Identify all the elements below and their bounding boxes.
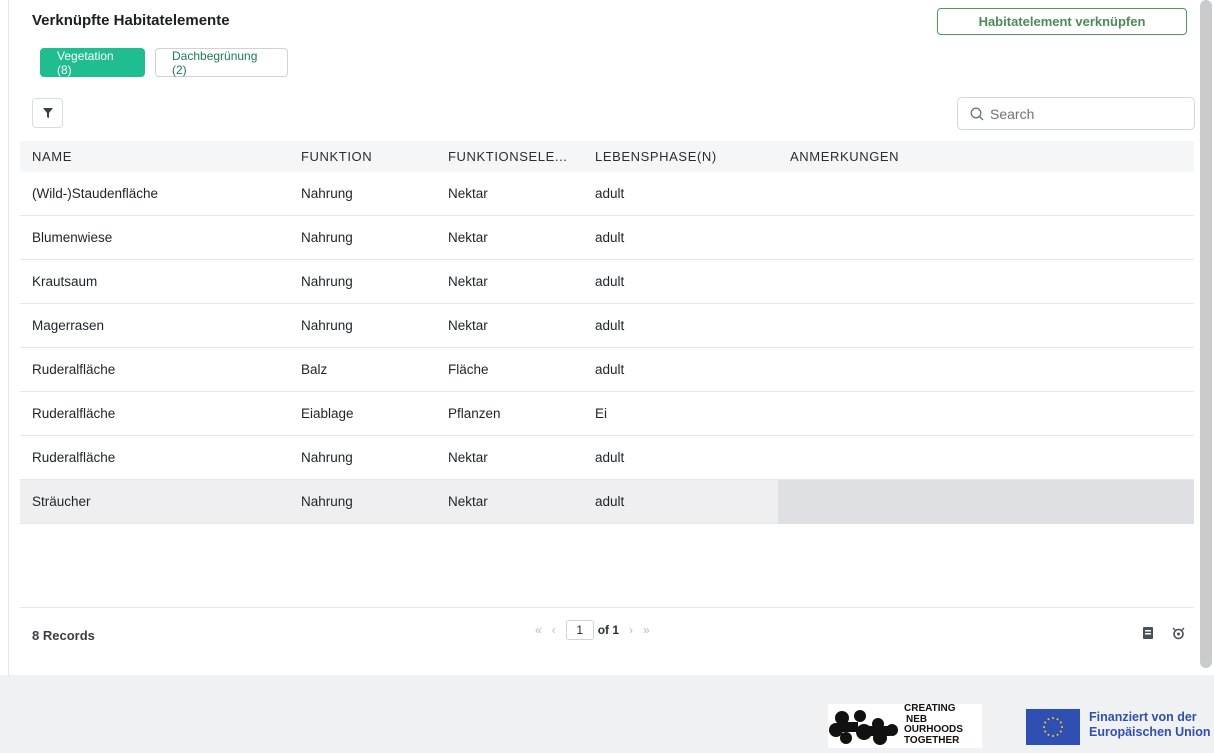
cell-funktionselement: Nektar (448, 230, 488, 245)
cell-name: (Wild-)Staudenfläche (32, 186, 159, 201)
eu-text-line-1: Finanziert von der (1089, 710, 1197, 724)
cell-funktion: Nahrung (301, 318, 353, 333)
cell-lebensphase: adult (595, 274, 625, 289)
table-row[interactable]: (Wild-)Staudenfläche Nahrung Nektar adul… (20, 172, 1194, 216)
cell-funktion: Nahrung (301, 230, 353, 245)
cell-funktion: Eiablage (301, 406, 354, 421)
table-row[interactable]: Ruderalfläche Balz Fläche adult (20, 348, 1194, 392)
column-header-anmerkungen[interactable]: ANMERKUNGEN (790, 149, 899, 164)
table-row[interactable]: Magerrasen Nahrung Nektar adult (20, 304, 1194, 348)
cell-lebensphase: adult (595, 450, 625, 465)
column-header-funktion[interactable]: FUNKTION (301, 149, 372, 164)
cell-funktion: Nahrung (301, 450, 353, 465)
cell-lebensphase: adult (595, 230, 625, 245)
cnot-line-1: CREATING (904, 703, 956, 714)
cnot-line-4: TOGETHER (904, 734, 960, 746)
column-header-lebensphase[interactable]: LEBENSPHASE(N) (595, 149, 717, 164)
cell-lebensphase: adult (595, 186, 625, 201)
tab-vegetation[interactable]: Vegetation (8) (40, 48, 145, 77)
column-header-funktionselement[interactable]: FUNKTIONSELE... (448, 149, 568, 164)
table-header: NAME FUNKTION FUNKTIONSELE... LEBENSPHAS… (20, 141, 1194, 172)
search-input[interactable]: Search (957, 97, 1195, 130)
cell-funktionselement: Pflanzen (448, 406, 501, 421)
view-settings-icon[interactable] (1171, 626, 1186, 640)
pagination: « ‹ 1 of 1 › » (535, 620, 650, 640)
eu-funding-text: Finanziert von der Europäischen Union (1089, 710, 1211, 740)
eu-text-line-2: Europäischen Union (1089, 725, 1211, 739)
cell-name: Ruderalfläche (32, 450, 116, 465)
cell-lebensphase: adult (595, 362, 625, 377)
table-row[interactable]: Blumenwiese Nahrung Nektar adult (20, 216, 1194, 260)
eu-flag-icon (1026, 709, 1080, 745)
tab-bar: Vegetation (8) Dachbegrünung (2) (40, 48, 288, 77)
page-total: of 1 (597, 623, 620, 637)
link-habitat-element-button[interactable]: Habitatelement verknüpfen (937, 8, 1187, 35)
cell-funktion: Nahrung (301, 186, 353, 201)
cell-name: Krautsaum (32, 274, 98, 289)
cell-name: Sträucher (32, 494, 91, 509)
table-row[interactable]: Ruderalfläche Eiablage Pflanzen Ei (20, 392, 1194, 436)
cell-name: Magerrasen (32, 318, 105, 333)
cnot-logo-text: CREATING NEB OURHOODS TOGETHER (904, 703, 963, 746)
first-page-button[interactable]: « (535, 623, 542, 637)
cell-funktionselement: Nektar (448, 318, 488, 333)
cell-funktionselement: Nektar (448, 186, 488, 201)
column-header-name[interactable]: NAME (32, 149, 72, 164)
table-row[interactable]: Ruderalfläche Nahrung Nektar adult (20, 436, 1194, 480)
search-placeholder: Search (990, 105, 1035, 122)
page-number-input[interactable]: 1 (565, 620, 594, 640)
records-count: 8 Records (32, 628, 95, 643)
cell-name: Blumenwiese (32, 230, 113, 245)
cell-funktionselement: Nektar (448, 274, 488, 289)
cell-lebensphase: adult (595, 494, 625, 509)
prev-page-button[interactable]: ‹ (552, 623, 556, 637)
cell-funktionselement: Fläche (448, 362, 489, 377)
export-icon[interactable] (1142, 626, 1155, 640)
cell-name: Ruderalfläche (32, 406, 116, 421)
cnot-logo-mark-icon (829, 710, 898, 745)
page-title: Verknüpfte Habitatelemente (32, 12, 230, 29)
tab-dachbegruenung[interactable]: Dachbegrünung (2) (155, 48, 288, 77)
cell-funktionselement: Nektar (448, 450, 488, 465)
filter-button[interactable] (32, 98, 63, 128)
table-row-selected[interactable]: Sträucher Nahrung Nektar adult (20, 480, 1194, 524)
next-page-button[interactable]: › (629, 623, 633, 637)
cell-lebensphase: Ei (595, 406, 608, 421)
cell-funktion: Nahrung (301, 494, 353, 509)
creating-neb-ourhoods-logo: CREATING NEB OURHOODS TOGETHER (828, 703, 982, 748)
cnot-line-3: OURHOODS (904, 724, 963, 735)
cell-name: Ruderalfläche (32, 362, 116, 377)
filter-icon (42, 108, 53, 118)
vertical-scrollbar[interactable] (1200, 0, 1212, 668)
cell-funktionselement: Nektar (448, 494, 488, 509)
table-row[interactable]: Krautsaum Nahrung Nektar adult (20, 260, 1194, 304)
search-icon (970, 107, 984, 120)
habitat-table: NAME FUNKTION FUNKTIONSELE... LEBENSPHAS… (20, 141, 1194, 524)
eu-stars-icon (1043, 717, 1063, 737)
last-page-button[interactable]: » (643, 623, 650, 637)
footer-divider (20, 607, 1194, 608)
cell-funktion: Nahrung (301, 274, 353, 289)
cell-lebensphase: adult (595, 318, 625, 333)
cell-funktion: Balz (301, 362, 328, 377)
selected-cell-highlight (778, 480, 1194, 524)
